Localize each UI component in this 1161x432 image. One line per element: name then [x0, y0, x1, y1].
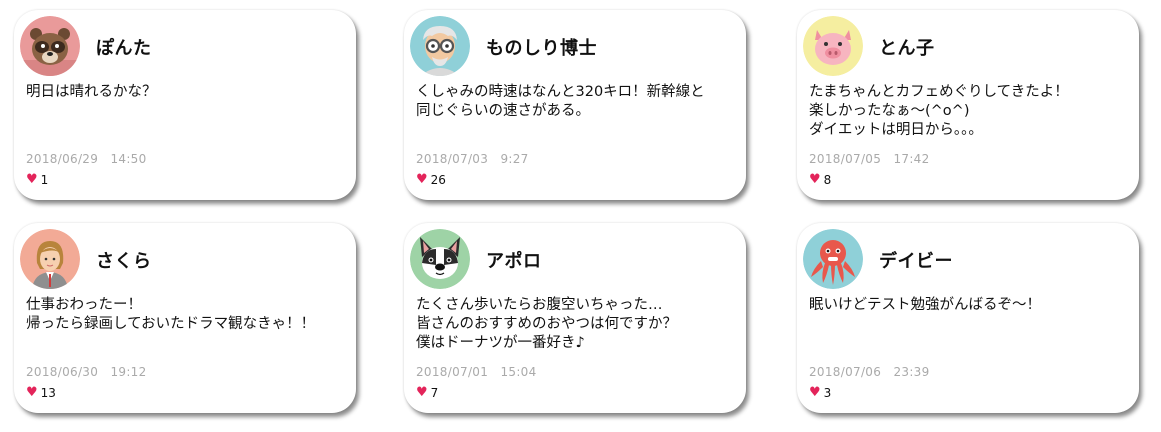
octopus-icon[interactable]: [803, 229, 863, 289]
post-card[interactable]: ぽんた 明日は晴れるかな？ 2018/06/29 14:50 ♥ 1: [14, 10, 356, 200]
like-button[interactable]: ♥ 26: [416, 173, 446, 187]
pig-icon[interactable]: [803, 16, 863, 76]
post-timestamp: 2018/07/01 15:04: [416, 365, 537, 379]
like-button[interactable]: ♥ 7: [416, 386, 438, 400]
post-text: くしゃみの時速はなんと320キロ！新幹線と 同じぐらいの速さがある。: [416, 84, 705, 119]
like-count: 13: [40, 386, 56, 400]
post-card[interactable]: さくら 仕事おわったー！ 帰ったら録画しておいたドラマ観なきゃ！！ 2018/0…: [14, 223, 356, 413]
like-count: 26: [430, 173, 446, 187]
like-button[interactable]: ♥ 8: [809, 173, 831, 187]
post-text: たくさん歩いたらお腹空いちゃった… 皆さんのおすすめのおやつは何ですか？ 僕はド…: [416, 297, 677, 351]
post-text: 眠いけどテスト勉強がんばるぞ～！: [809, 297, 1041, 313]
like-button[interactable]: ♥ 13: [26, 386, 56, 400]
user-name: デイビー: [879, 251, 953, 272]
post-text: 明日は晴れるかな？: [26, 84, 157, 100]
user-name: ものしり博士: [486, 38, 597, 59]
post-timestamp: 2018/07/06 23:39: [809, 365, 930, 379]
post-timestamp: 2018/07/03 9:27: [416, 152, 529, 166]
heart-icon[interactable]: ♥: [809, 173, 821, 186]
post-timestamp: 2018/06/29 14:50: [26, 152, 147, 166]
user-name: ぽんた: [96, 38, 152, 59]
tanuki-icon[interactable]: [20, 16, 80, 76]
user-name: とん子: [879, 38, 935, 59]
heart-icon[interactable]: ♥: [26, 173, 38, 186]
like-button[interactable]: ♥ 1: [26, 173, 48, 187]
heart-icon[interactable]: ♥: [26, 386, 38, 399]
dog-icon[interactable]: [410, 229, 470, 289]
like-count: 7: [430, 386, 439, 400]
user-name: アポロ: [486, 251, 542, 272]
like-count: 1: [40, 173, 49, 187]
post-card[interactable]: とん子 たまちゃんとカフェめぐりしてきたよ！ 楽しかったなぁ～(^o^) ダイエ…: [797, 10, 1139, 200]
post-text: たまちゃんとカフェめぐりしてきたよ！ 楽しかったなぁ～(^o^) ダイエットは明…: [809, 84, 1069, 138]
post-card[interactable]: ものしり博士 くしゃみの時速はなんと320キロ！新幹線と 同じぐらいの速さがある…: [404, 10, 746, 200]
woman-icon[interactable]: [20, 229, 80, 289]
post-card[interactable]: デイビー 眠いけどテスト勉強がんばるぞ～！ 2018/07/06 23:39 ♥…: [797, 223, 1139, 413]
post-card[interactable]: アポロ たくさん歩いたらお腹空いちゃった… 皆さんのおすすめのおやつは何ですか？…: [404, 223, 746, 413]
post-timestamp: 2018/06/30 19:12: [26, 365, 147, 379]
post-text: 仕事おわったー！ 帰ったら録画しておいたドラマ観なきゃ！！: [26, 297, 316, 332]
post-timestamp: 2018/07/05 17:42: [809, 152, 930, 166]
heart-icon[interactable]: ♥: [416, 173, 428, 186]
heart-icon[interactable]: ♥: [416, 386, 428, 399]
like-count: 8: [823, 173, 832, 187]
professor-icon[interactable]: [410, 16, 470, 76]
like-count: 3: [823, 386, 832, 400]
like-button[interactable]: ♥ 3: [809, 386, 831, 400]
heart-icon[interactable]: ♥: [809, 386, 821, 399]
user-name: さくら: [96, 251, 152, 272]
